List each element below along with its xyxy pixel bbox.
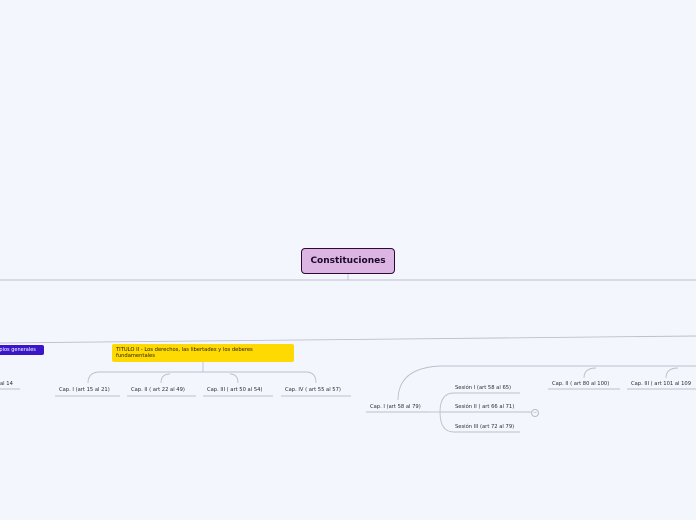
root-topic[interactable]: Constituciones xyxy=(301,248,395,274)
collapse-toggle-icon[interactable]: − xyxy=(531,409,539,417)
subtopic-cap-i[interactable]: Cap. I (art 15 al 21) xyxy=(59,387,110,393)
subtopic-sesion-ii[interactable]: Sesión II ( art 66 al 71) xyxy=(455,404,514,410)
subtopic-sesion-i[interactable]: Sesión I (art 58 al 65) xyxy=(455,385,511,391)
subtopic-cap-iii-101[interactable]: Cap. III ( art 101 al 109 xyxy=(631,381,691,387)
subtopic-cap-ii-80[interactable]: Cap. II ( art 80 al 100) xyxy=(552,381,609,387)
topic-titulo-ii[interactable]: TITULO II - Los derechos, las libertades… xyxy=(112,344,294,362)
subtopic-cap-i-58[interactable]: Cap. I (art 58 al 79) xyxy=(370,404,421,410)
subtopic-edge[interactable]: al 14 xyxy=(0,381,13,387)
subtopic-cap-iii[interactable]: Cap. III ( art 50 al 54) xyxy=(207,387,262,393)
subtopic-cap-ii[interactable]: Cap. II ( art 22 al 49) xyxy=(131,387,185,393)
topic-principios-generales[interactable]: ipios generales xyxy=(0,345,44,355)
subtopic-sesion-iii[interactable]: Sesión III (art 72 al 79) xyxy=(455,424,514,430)
subtopic-cap-iv[interactable]: Cap. IV ( art 55 al 57) xyxy=(285,387,341,393)
